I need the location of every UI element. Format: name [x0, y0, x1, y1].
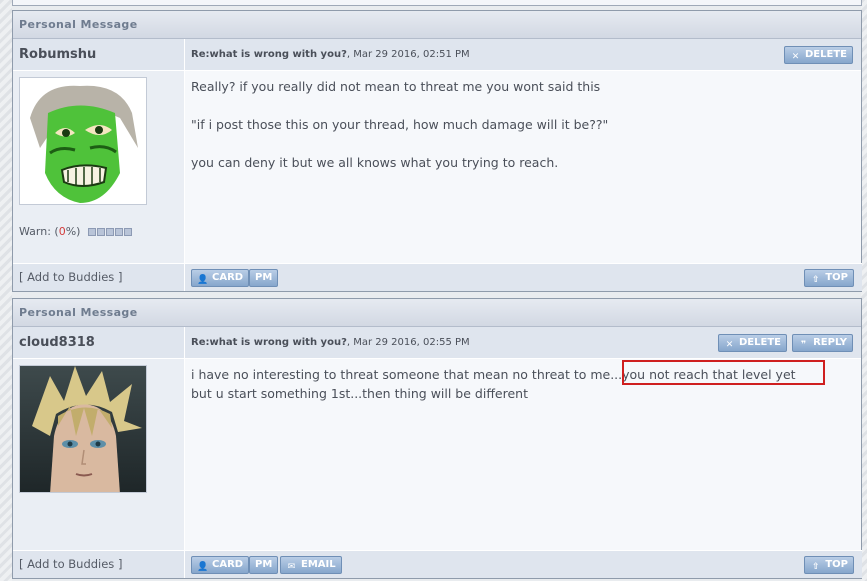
- delete-label: DELETE: [805, 49, 847, 60]
- author-name[interactable]: Robumshu: [13, 39, 184, 71]
- top-button[interactable]: ⇧ TOP: [804, 556, 854, 574]
- arrow-up-icon: ⇧: [812, 275, 820, 285]
- user-icon: 👤: [197, 275, 209, 285]
- card-button[interactable]: 👤 CARD: [191, 556, 250, 574]
- previous-message-edge: [12, 0, 862, 6]
- arrow-up-icon: ⇧: [812, 562, 820, 572]
- email-button[interactable]: ✉ EMAIL: [280, 556, 342, 574]
- quote-icon: ❞: [800, 340, 807, 350]
- cloud-strife-avatar: [19, 365, 147, 493]
- warn-box: [105, 228, 114, 236]
- message-line: "if i post those this on your thread, ho…: [191, 117, 609, 132]
- user-icon: 👤: [197, 562, 209, 572]
- pm-button[interactable]: PM: [249, 556, 279, 574]
- warn-box: [123, 228, 132, 236]
- card-label: CARD: [212, 559, 244, 570]
- delete-icon: ✕: [725, 340, 734, 350]
- delete-button[interactable]: ✕ DELETE: [784, 46, 853, 64]
- delete-button[interactable]: ✕ DELETE: [718, 334, 787, 352]
- warn-box: [114, 228, 123, 236]
- top-button[interactable]: ⇧ TOP: [804, 269, 854, 287]
- message-date: , Mar 29 2016, 02:51 PM: [346, 49, 470, 60]
- red-highlight-box: [622, 360, 825, 385]
- add-to-buddies-link[interactable]: [ Add to Buddies ]: [19, 557, 122, 571]
- warn-meter: [87, 225, 132, 238]
- pm-label: PM: [255, 559, 273, 570]
- pm-button[interactable]: PM: [249, 269, 279, 287]
- pm-header: Personal Message: [13, 299, 861, 327]
- message-subject: Re:what is wrong with you?: [191, 337, 347, 348]
- message-footer: 👤 CARD PM ⇧ TOP: [185, 263, 862, 291]
- top-label: TOP: [825, 559, 848, 570]
- author-footer: [ Add to Buddies ]: [13, 550, 184, 578]
- author-panel: Robumshu Warn: (0%) [Add to Buddies]: [13, 39, 185, 291]
- warn-box: [87, 228, 96, 236]
- message-subject-bar: Re:what is wrong with you?, Mar 29 2016,…: [185, 39, 861, 71]
- green-face-paint-avatar: [19, 77, 147, 205]
- warn-suffix: %): [65, 225, 81, 238]
- warn-box: [96, 228, 105, 236]
- top-label: TOP: [825, 272, 848, 283]
- pm-header: Personal Message: [13, 11, 861, 39]
- warn-label: Warn: (: [19, 225, 59, 238]
- pm-label: PM: [255, 272, 273, 283]
- page-background-left: [0, 0, 12, 581]
- message-subject-bar: Re:what is wrong with you?, Mar 29 2016,…: [185, 327, 861, 359]
- message-panel: Re:what is wrong with you?, Mar 29 2016,…: [185, 39, 862, 291]
- message-date: , Mar 29 2016, 02:55 PM: [346, 337, 470, 348]
- delete-icon: ✕: [791, 52, 800, 62]
- warn-percent: 0: [58, 225, 66, 238]
- warn-level: Warn: (0%): [19, 225, 132, 238]
- reply-label: REPLY: [813, 337, 847, 348]
- personal-message-2: Personal Message cloud8318 [Add to Budd…: [12, 298, 862, 579]
- add-to-buddies-link[interactable]: [ Add to Buddies ]: [19, 270, 122, 284]
- message-body: Really? if you really did not mean to th…: [191, 77, 608, 172]
- personal-message-1: Personal Message Robumshu Warn: (0%) [A…: [12, 10, 862, 292]
- reply-button[interactable]: ❞ REPLY: [792, 334, 853, 352]
- message-line: Really? if you really did not mean to th…: [191, 79, 601, 94]
- message-subject: Re:what is wrong with you?: [191, 49, 347, 60]
- message-line: but u start something 1st...then thing w…: [191, 386, 528, 401]
- delete-label: DELETE: [739, 337, 781, 348]
- card-button[interactable]: 👤 CARD: [191, 269, 250, 287]
- message-footer: 👤 CARD PM ✉ EMAIL ⇧ TOP: [185, 550, 862, 578]
- envelope-icon: ✉: [287, 562, 296, 572]
- author-panel: cloud8318 [Add to Buddies]: [13, 327, 185, 578]
- author-name[interactable]: cloud8318: [13, 327, 184, 359]
- email-label: EMAIL: [301, 559, 336, 570]
- author-footer: [ Add to Buddies ]: [13, 263, 184, 291]
- message-line: you can deny it but we all knows what yo…: [191, 155, 559, 170]
- card-label: CARD: [212, 272, 244, 283]
- message-panel: Re:what is wrong with you?, Mar 29 2016,…: [185, 327, 862, 578]
